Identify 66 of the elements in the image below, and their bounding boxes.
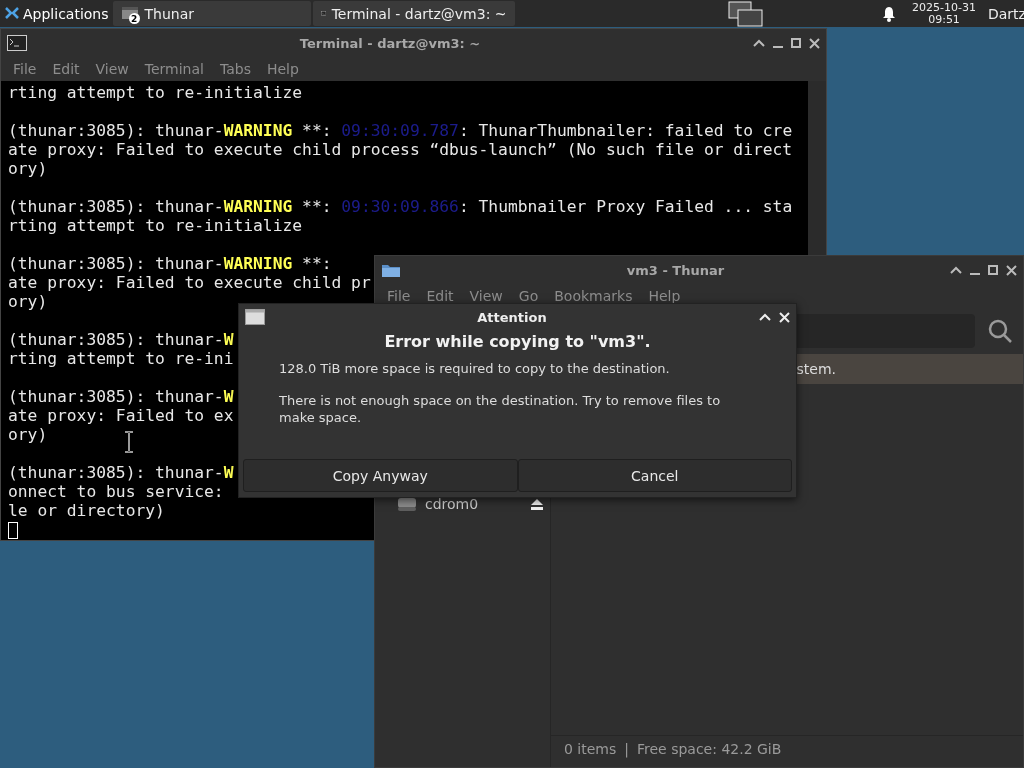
status-separator: |	[624, 741, 629, 757]
sidebar-item[interactable]: cdrom0	[375, 496, 550, 512]
eject-icon[interactable]	[530, 498, 544, 510]
dialog-title: Attention	[476, 309, 548, 325]
status-text: 0 items	[564, 741, 617, 757]
terminal-line: (thunar:3085): thunar-WARNING **:	[8, 254, 332, 273]
workspace-switcher-icon[interactable]	[728, 0, 765, 27]
notification-bell-icon[interactable]	[882, 5, 897, 22]
menu-item[interactable]: Help	[640, 288, 689, 304]
window-icon	[245, 309, 265, 325]
menu-item[interactable]: File	[379, 288, 419, 304]
taskbar-button-label: Thunar	[144, 5, 195, 22]
menu-item[interactable]: View	[461, 288, 511, 304]
terminal-line: ate proxy: Failed to execute child process “dbus-launch” (No such file or direct	[8, 140, 793, 159]
dialog-heading: Error while copying to "vm3".	[383, 332, 652, 351]
caret-up-icon[interactable]	[753, 39, 765, 47]
window-icon	[120, 5, 139, 22]
menu-item[interactable]: File	[5, 61, 45, 77]
dialog-message: There is not enough space on the destination. Try to remove files to make space.	[279, 392, 722, 426]
terminal-line: ate proxy: Failed to ex	[8, 406, 234, 425]
menu-item[interactable]: Tabs	[211, 61, 259, 77]
terminal-line: rting attempt to re-ini	[8, 349, 234, 368]
menu-item[interactable]: Go	[510, 288, 547, 304]
close-icon[interactable]	[809, 37, 820, 49]
terminal-icon	[7, 35, 27, 51]
terminal-line: ory)	[8, 159, 48, 178]
scrollbar[interactable]	[808, 81, 826, 255]
menu-item[interactable]: Edit	[418, 288, 462, 304]
close-icon[interactable]	[1006, 264, 1017, 276]
menu-item[interactable]: View	[87, 61, 137, 77]
taskbar-button[interactable]: 2 Thunar	[112, 1, 311, 26]
menu-item[interactable]: Help	[258, 61, 307, 77]
folder-icon	[381, 262, 401, 278]
taskbar-button-label: Terminal - dartz@vm3: ~	[331, 5, 507, 22]
drive-icon	[397, 496, 417, 512]
applications-menu[interactable]: Applications	[23, 5, 109, 22]
terminal-line: (thunar:3085): thunar-W	[8, 387, 234, 406]
terminal-line: onnect to bus service:	[8, 482, 224, 501]
terminal-line: rting attempt to re-initialize	[8, 83, 303, 102]
search-icon[interactable]	[987, 318, 1013, 344]
terminal-line: le or directory)	[8, 501, 165, 520]
badge-count: 2	[128, 13, 140, 24]
taskbar-button[interactable]: Terminal - dartz@vm3: ~	[312, 1, 515, 26]
window-title: Terminal - dartz@vm3: ~	[298, 35, 482, 51]
terminal-line: (thunar:3085): thunar-W	[8, 330, 234, 349]
terminal-line: ory)	[8, 292, 48, 311]
dialog-button[interactable]: Cancel	[517, 459, 792, 492]
terminal-cursor	[8, 522, 18, 539]
terminal-line: ory)	[8, 425, 48, 444]
maximize-icon[interactable]	[791, 38, 801, 48]
maximize-icon[interactable]	[988, 265, 998, 275]
window-title: vm3 - Thunar	[625, 262, 726, 278]
menu-item[interactable]: Edit	[44, 61, 88, 77]
text-cursor-icon	[123, 431, 135, 453]
menu-item[interactable]: Bookmarks	[546, 288, 641, 304]
status-text: Free space: 42.2 GiB	[637, 741, 782, 757]
clock-date: 2025-10-31	[912, 1, 976, 14]
terminal-line: (thunar:3085): thunar-WARNING **: 09:30:09.866: Thumbnailer Proxy Failed ... sta	[8, 197, 793, 216]
menu-item[interactable]: Terminal	[136, 61, 212, 77]
terminal-line: rting attempt to re-initialize	[8, 216, 303, 235]
terminal-line: (thunar:3085): thunar-WARNING **: 09:30:09.787: ThunarThumbnailer: failed to cre	[8, 121, 793, 140]
clock-time: 09:51	[928, 13, 960, 26]
caret-up-icon[interactable]	[950, 266, 962, 274]
dialog-button[interactable]: Copy Anyway	[243, 459, 518, 492]
terminal-line: ate proxy: Failed to execute child pr	[8, 273, 371, 292]
terminal-line: (thunar:3085): thunar-W	[8, 463, 234, 482]
